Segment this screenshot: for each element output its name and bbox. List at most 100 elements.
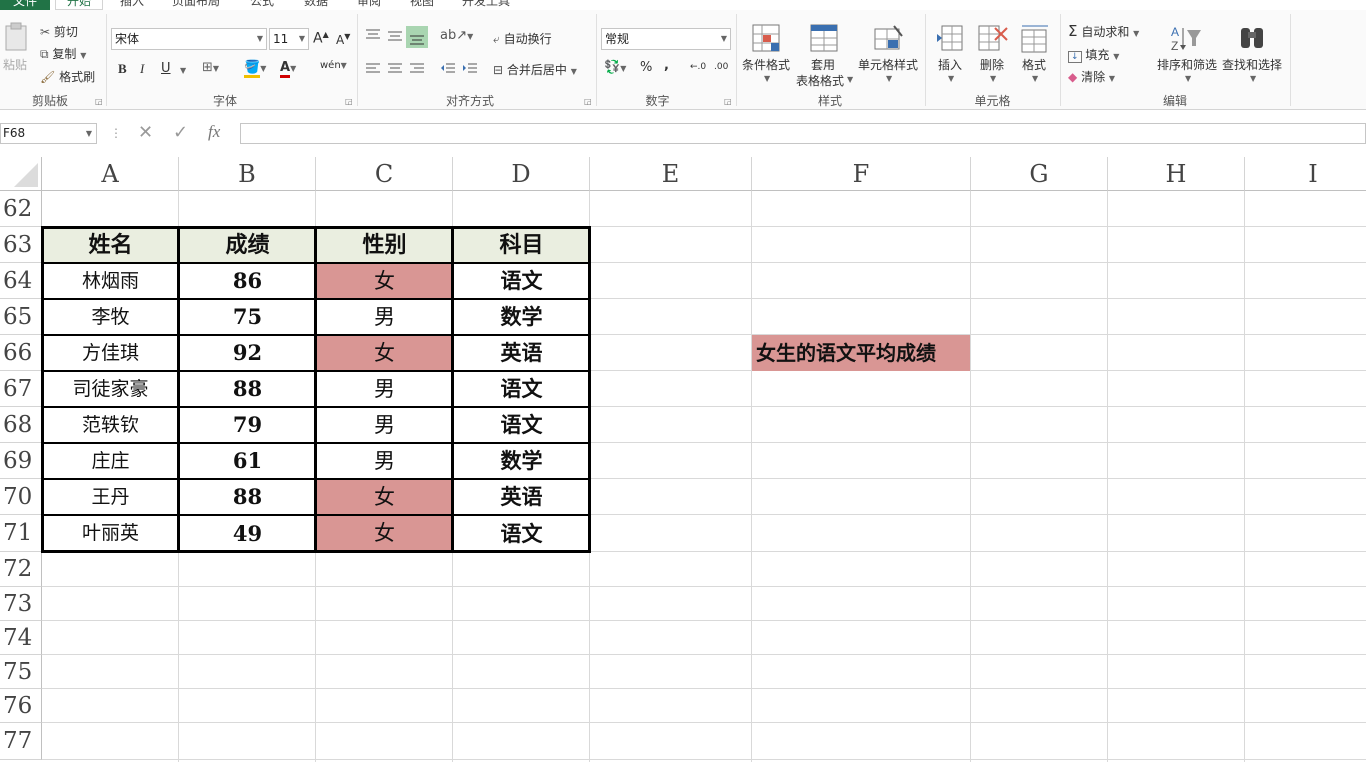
table-cell-name[interactable]: 范轶钦 [42, 407, 179, 443]
table-cell-subject[interactable]: 语文 [453, 407, 590, 443]
table-cell-name[interactable]: 王丹 [42, 479, 179, 515]
row-header-65[interactable]: 65 [0, 299, 42, 335]
decrease-decimal-button[interactable]: .00 [714, 62, 728, 72]
cell-f66-label[interactable]: 女生的语文平均成绩 [752, 335, 970, 371]
row-header-67[interactable]: 67 [0, 371, 42, 407]
column-header-i[interactable]: I [1245, 157, 1366, 191]
merge-center-button[interactable]: ⊟ 合并后居中 ▼ [493, 61, 577, 78]
column-header-h[interactable]: H [1108, 157, 1245, 191]
align-bottom-icon[interactable] [406, 26, 428, 48]
table-cell-name[interactable]: 庄庄 [42, 443, 179, 479]
table-cell-sex[interactable]: 男 [316, 407, 453, 443]
paste-button[interactable]: 粘贴 [3, 22, 31, 82]
tab-developer[interactable]: 开发工具 [456, 0, 516, 10]
table-cell-name[interactable]: 方佳琪 [42, 335, 179, 371]
table-cell-sex[interactable]: 男 [316, 371, 453, 407]
formula-input[interactable] [240, 123, 1366, 144]
column-header-a[interactable]: A [42, 157, 179, 191]
table-cell-sex[interactable]: 女 [316, 479, 453, 515]
row-header-72[interactable]: 72 [0, 552, 42, 587]
table-cell-subject[interactable]: 英语 [453, 335, 590, 371]
row-header-68[interactable]: 68 [0, 407, 42, 443]
tab-review[interactable]: 审阅 [349, 0, 389, 10]
table-header-cell[interactable]: 性别 [316, 227, 453, 263]
column-header-b[interactable]: B [179, 157, 316, 191]
table-cell-subject[interactable]: 语文 [453, 371, 590, 407]
autosum-button[interactable]: Σ 自动求和 ▼ [1068, 22, 1139, 40]
insert-cells-button[interactable]: 插入 ▼ [932, 22, 970, 90]
shrink-font-button[interactable]: A▼ [336, 32, 350, 47]
table-cell-score[interactable]: 92 [179, 335, 316, 371]
fill-button[interactable]: ↓ 填充 ▼ [1068, 46, 1119, 63]
table-cell-score[interactable]: 75 [179, 299, 316, 335]
align-left-icon[interactable] [365, 62, 381, 79]
delete-cells-button[interactable]: 删除 ▼ [974, 22, 1012, 90]
row-header-74[interactable]: 74 [0, 621, 42, 655]
dialog-launcher-icon[interactable]: ◲ [345, 97, 353, 106]
table-cell-sex[interactable]: 女 [316, 515, 453, 552]
underline-button[interactable]: U [161, 61, 171, 76]
table-header-cell[interactable]: 姓名 [42, 227, 179, 263]
phonetic-button[interactable]: wén▼ [320, 60, 347, 71]
accounting-format-button[interactable]: 💱▼ [604, 60, 626, 75]
tab-formulas[interactable]: 公式 [242, 0, 282, 10]
wrap-text-button[interactable]: ⤶ 自动换行 [493, 30, 552, 47]
tab-file[interactable]: 文件 [0, 0, 50, 10]
increase-decimal-button[interactable]: ←.0 [690, 62, 706, 72]
row-header-64[interactable]: 64 [0, 263, 42, 299]
table-cell-sex[interactable]: 女 [316, 263, 453, 299]
table-cell-score[interactable]: 61 [179, 443, 316, 479]
increase-indent-icon[interactable] [462, 62, 478, 79]
row-header-66[interactable]: 66 [0, 335, 42, 371]
number-format-combo[interactable]: 常规 ▼ [601, 28, 731, 50]
tab-view[interactable]: 视图 [402, 0, 442, 10]
enter-icon[interactable]: ✓ [173, 122, 188, 143]
table-cell-sex[interactable]: 男 [316, 443, 453, 479]
table-cell-score[interactable]: 79 [179, 407, 316, 443]
align-middle-icon[interactable] [387, 28, 403, 45]
tab-insert[interactable]: 插入 [112, 0, 152, 10]
table-header-cell[interactable]: 成绩 [179, 227, 316, 263]
border-button[interactable]: ⊞▼ [202, 60, 219, 75]
cancel-icon[interactable]: ✕ [138, 122, 153, 143]
tab-home[interactable]: 开始 [55, 0, 103, 10]
table-cell-score[interactable]: 49 [179, 515, 316, 552]
table-cell-name[interactable]: 李牧 [42, 299, 179, 335]
column-header-f[interactable]: F [752, 157, 971, 191]
copy-button[interactable]: ⧉ 复制 ▼ [40, 45, 86, 62]
bold-button[interactable]: B [118, 61, 127, 77]
sort-filter-button[interactable]: A Z 排序和筛选 ▼ [1155, 22, 1219, 90]
clear-button[interactable]: ◆ 清除 ▼ [1068, 68, 1115, 85]
table-header-cell[interactable]: 科目 [453, 227, 590, 263]
column-header-g[interactable]: G [971, 157, 1108, 191]
font-size-combo[interactable]: 11 ▼ [269, 28, 309, 50]
format-painter-button[interactable]: 🖌 格式刷 [40, 68, 95, 85]
table-cell-name[interactable]: 叶丽英 [42, 515, 179, 552]
cut-button[interactable]: ✂ 剪切 [40, 23, 78, 40]
column-header-c[interactable]: C [316, 157, 453, 191]
grow-font-button[interactable]: A▲ [313, 30, 329, 47]
percent-button[interactable]: % [640, 60, 652, 75]
row-header-62[interactable]: 62 [0, 191, 42, 227]
row-header-76[interactable]: 76 [0, 689, 42, 723]
format-as-table-button[interactable]: 套用 表格格式 ▼ [795, 22, 855, 90]
cell-styles-button[interactable]: 单元格样式 ▼ [856, 22, 920, 90]
table-cell-sex[interactable]: 男 [316, 299, 453, 335]
select-all-corner[interactable] [0, 157, 42, 191]
row-header-70[interactable]: 70 [0, 479, 42, 515]
conditional-format-button[interactable]: 条件格式 ▼ [740, 22, 794, 90]
orientation-button[interactable]: ab↗▼ [440, 28, 473, 43]
font-color-button[interactable]: A▼ [280, 60, 296, 78]
fill-color-button[interactable]: 🪣▼ [244, 60, 266, 78]
table-cell-score[interactable]: 88 [179, 479, 316, 515]
name-box[interactable]: F68 ▼ [0, 123, 97, 144]
table-cell-name[interactable]: 林烟雨 [42, 263, 179, 299]
row-header-75[interactable]: 75 [0, 655, 42, 689]
table-cell-score[interactable]: 86 [179, 263, 316, 299]
column-header-d[interactable]: D [453, 157, 590, 191]
find-select-button[interactable]: 查找和选择 ▼ [1220, 22, 1284, 90]
column-header-e[interactable]: E [590, 157, 752, 191]
table-cell-subject[interactable]: 语文 [453, 515, 590, 552]
italic-button[interactable]: I [140, 61, 144, 77]
row-header-69[interactable]: 69 [0, 443, 42, 479]
